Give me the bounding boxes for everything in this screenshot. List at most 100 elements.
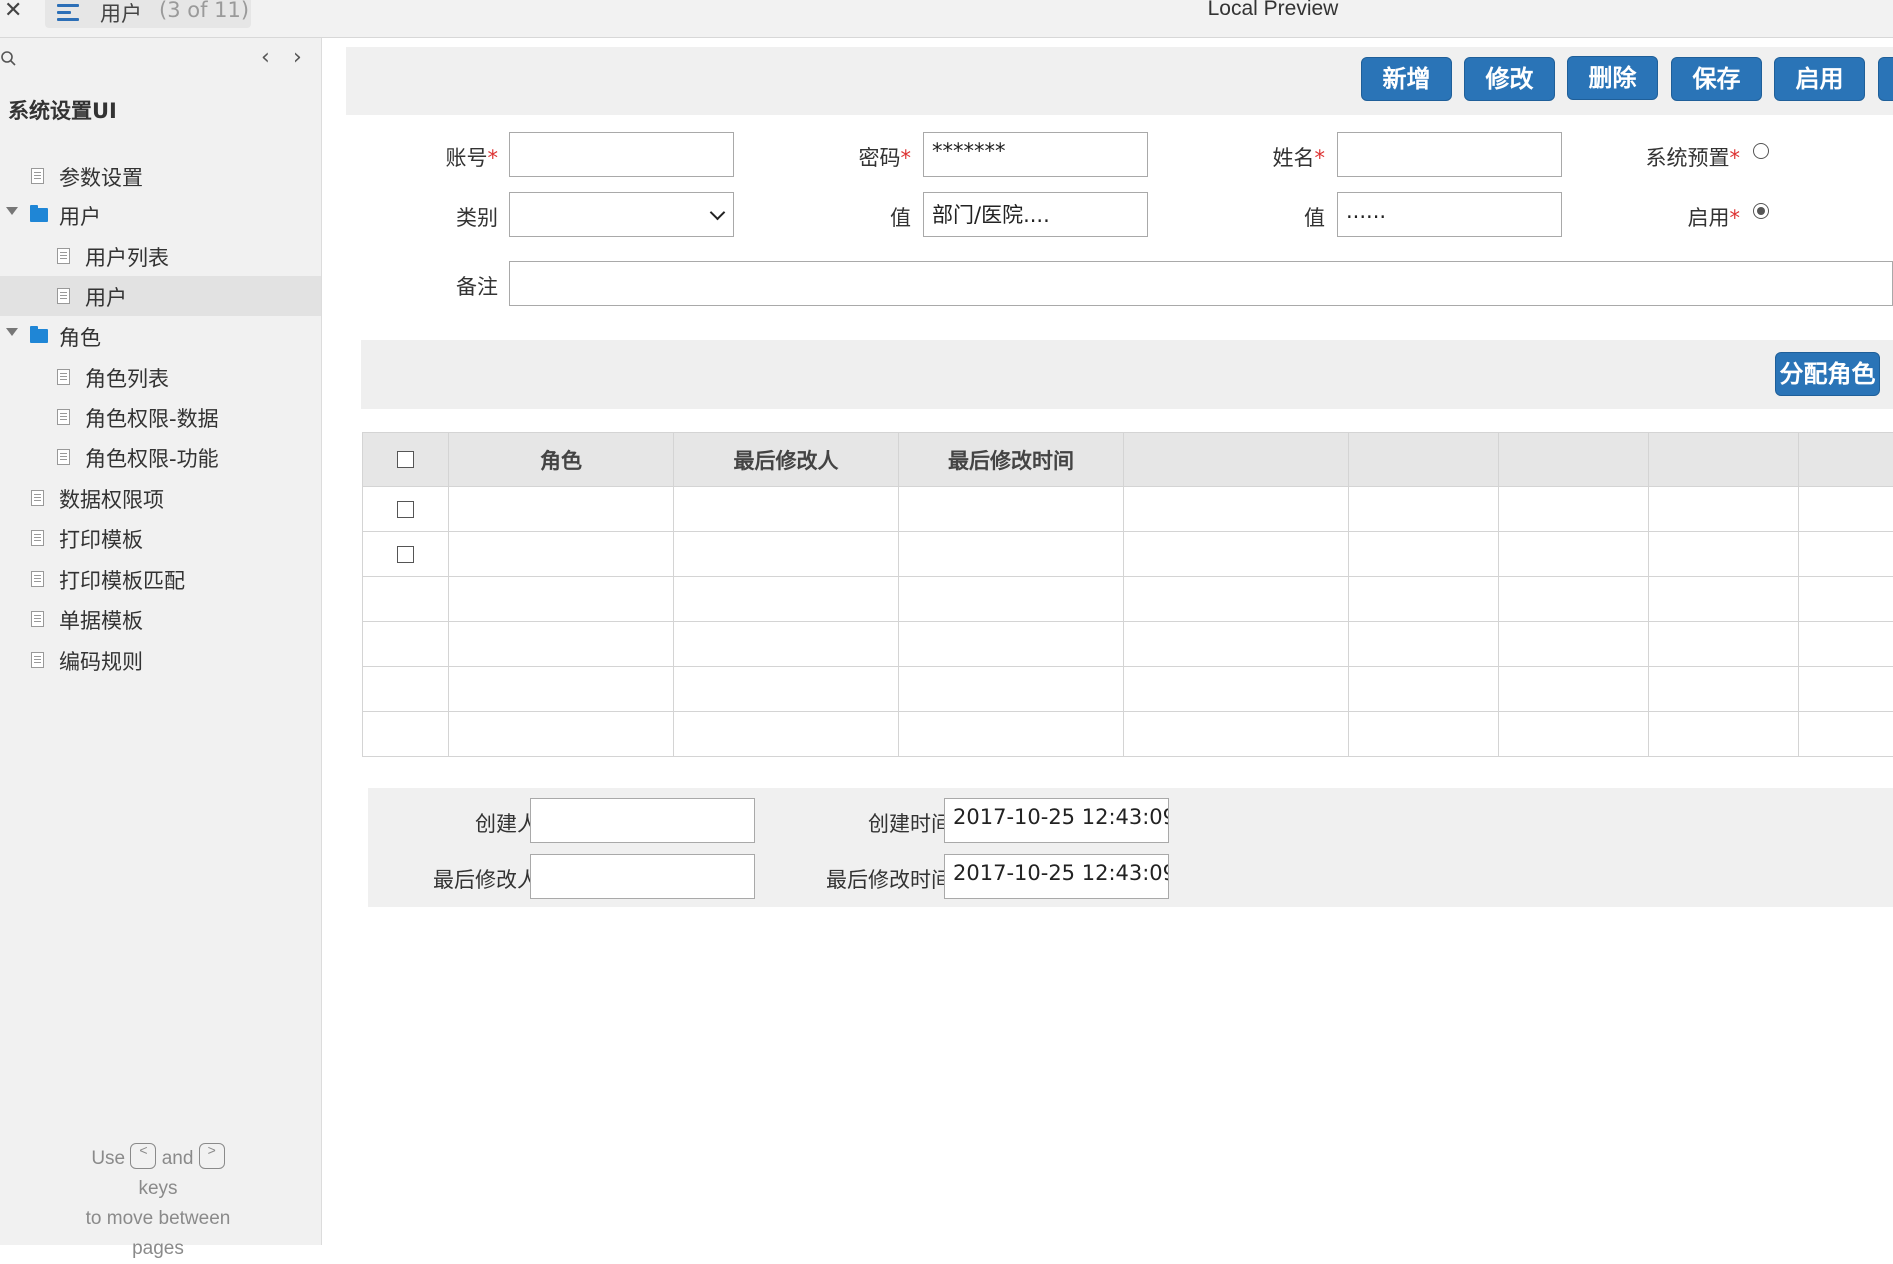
row-checkbox[interactable] — [397, 501, 414, 518]
page-icon — [57, 288, 70, 304]
left-key-icon: < — [130, 1143, 156, 1169]
page-icon — [57, 369, 70, 385]
close-icon[interactable]: ✕ — [4, 0, 22, 24]
page-tab[interactable]: 用户 (3 of 11) — [45, 0, 251, 28]
project-title: 系统设置UI — [8, 95, 117, 125]
table-row[interactable] — [363, 487, 1893, 532]
select-all-checkbox[interactable] — [397, 451, 414, 468]
sidebar-item-label: 编码规则 — [59, 646, 143, 676]
edit-button[interactable]: 修改 — [1464, 57, 1555, 101]
creator-input[interactable] — [530, 798, 755, 843]
preset-radio[interactable] — [1753, 143, 1769, 159]
sidebar-item-role-list[interactable]: 角色列表 — [0, 357, 321, 397]
creator-label: 创建人 — [388, 808, 538, 838]
row-checkbox[interactable] — [397, 546, 414, 563]
folder-icon — [30, 329, 48, 343]
created-time-label: 创建时间 — [788, 808, 952, 838]
created-time-input[interactable]: 2017-10-25 12:43:09 — [944, 798, 1169, 843]
next-page-icon[interactable]: › — [293, 46, 302, 70]
modifier-input[interactable] — [530, 854, 755, 899]
column-header: 最后修改人 — [674, 433, 899, 487]
sidebar-folder-users[interactable]: 用户 — [0, 195, 321, 235]
sidebar-item-label: 单据模板 — [59, 605, 143, 635]
right-key-icon: > — [199, 1143, 225, 1169]
column-header — [1799, 433, 1893, 487]
sidebar-item-print-template-match[interactable]: 打印模板匹配 — [0, 559, 321, 599]
sidebar-item-label: 用户 — [85, 282, 127, 312]
sidebar-item-label: 数据权限项 — [59, 484, 164, 514]
name-input[interactable] — [1337, 132, 1562, 177]
sidebar-item-coding-rules[interactable]: 编码规则 — [0, 640, 321, 680]
column-header — [1649, 433, 1799, 487]
prev-page-icon[interactable]: ‹ — [261, 46, 270, 70]
remark-input[interactable] — [509, 261, 1893, 306]
page-icon — [31, 530, 44, 546]
sidebar-item-document-template[interactable]: 单据模板 — [0, 599, 321, 639]
sidebar-item-print-template[interactable]: 打印模板 — [0, 518, 321, 558]
delete-button[interactable]: 删除 — [1567, 56, 1658, 100]
column-header: 最后修改时间 — [899, 433, 1124, 487]
table-row[interactable] — [363, 712, 1893, 757]
sidebar-item-label: 角色权限-数据 — [85, 403, 219, 433]
select-all-cell[interactable] — [363, 433, 449, 487]
sidebar-item-user[interactable]: 用户 — [0, 276, 321, 316]
sidebar-item-role-function[interactable]: 角色权限-功能 — [0, 437, 321, 477]
enable-button[interactable]: 启用 — [1774, 57, 1865, 101]
page-icon — [31, 652, 44, 668]
category-select[interactable] — [509, 192, 734, 237]
password-input[interactable]: ******* — [923, 132, 1148, 177]
sidebar-item-label: 打印模板 — [59, 524, 143, 554]
sidebar-folder-roles[interactable]: 角色 — [0, 316, 321, 356]
assign-role-button[interactable]: 分配角色 — [1775, 352, 1880, 396]
sidebar-item-label: 角色 — [59, 322, 101, 352]
modifier-label: 最后修改人 — [388, 864, 538, 894]
account-input[interactable] — [509, 132, 734, 177]
value2-label: 值 — [1250, 202, 1325, 232]
column-header — [1124, 433, 1349, 487]
save-button[interactable]: 保存 — [1671, 57, 1762, 101]
preset-label: 系统预置* — [1623, 142, 1740, 172]
sidebar-item-label: 角色权限-功能 — [85, 443, 219, 473]
add-button[interactable]: 新增 — [1361, 57, 1452, 101]
page-icon — [31, 168, 44, 184]
toolbar: 新增 修改 删除 保存 启用 — [346, 47, 1893, 115]
caret-down-icon[interactable] — [6, 328, 18, 336]
search-icon[interactable] — [0, 50, 20, 70]
page-icon — [57, 409, 70, 425]
role-table: 角色 最后修改人 最后修改时间 — [362, 432, 1893, 757]
folder-icon — [30, 208, 48, 222]
table-row[interactable] — [363, 622, 1893, 667]
sidebar-item-params[interactable]: 参数设置 — [0, 156, 321, 196]
menu-icon[interactable] — [57, 4, 79, 22]
column-header: 角色 — [449, 433, 674, 487]
column-header — [1499, 433, 1649, 487]
page-icon — [57, 449, 70, 465]
sidebar-item-data-permission[interactable]: 数据权限项 — [0, 478, 321, 518]
name-label: 姓名* — [1250, 142, 1325, 172]
hint-text: Use — [91, 1148, 125, 1169]
page-icon — [57, 248, 70, 264]
modified-time-input[interactable]: 2017-10-25 12:43:09 — [944, 854, 1169, 899]
sidebar-item-label: 角色列表 — [85, 363, 169, 393]
caret-down-icon[interactable] — [6, 207, 18, 215]
sidebar-item-user-list[interactable]: 用户列表 — [0, 236, 321, 276]
page-icon — [31, 571, 44, 587]
more-button[interactable] — [1878, 57, 1893, 101]
page-count: (3 of 11) — [159, 0, 249, 22]
table-row[interactable] — [363, 577, 1893, 622]
page-name: 用户 — [100, 0, 142, 28]
column-header — [1349, 433, 1499, 487]
sidebar: ‹ › 系统设置UI 参数设置 用户 用户列表 用户 角色 角色列表 角色权限-… — [0, 38, 322, 1245]
sidebar-item-label: 参数设置 — [59, 162, 143, 192]
account-label: 账号* — [420, 142, 498, 172]
table-row[interactable] — [363, 667, 1893, 712]
password-label: 密码* — [836, 142, 911, 172]
value1-input[interactable]: 部门/医院.... — [923, 192, 1148, 237]
sidebar-item-role-data[interactable]: 角色权限-数据 — [0, 397, 321, 437]
enabled-radio[interactable] — [1753, 203, 1769, 219]
table-row[interactable] — [363, 532, 1893, 577]
page-icon — [31, 611, 44, 627]
value2-input[interactable]: ...... — [1337, 192, 1562, 237]
hint-text: keys — [138, 1178, 177, 1199]
enabled-label: 启用* — [1623, 202, 1740, 232]
